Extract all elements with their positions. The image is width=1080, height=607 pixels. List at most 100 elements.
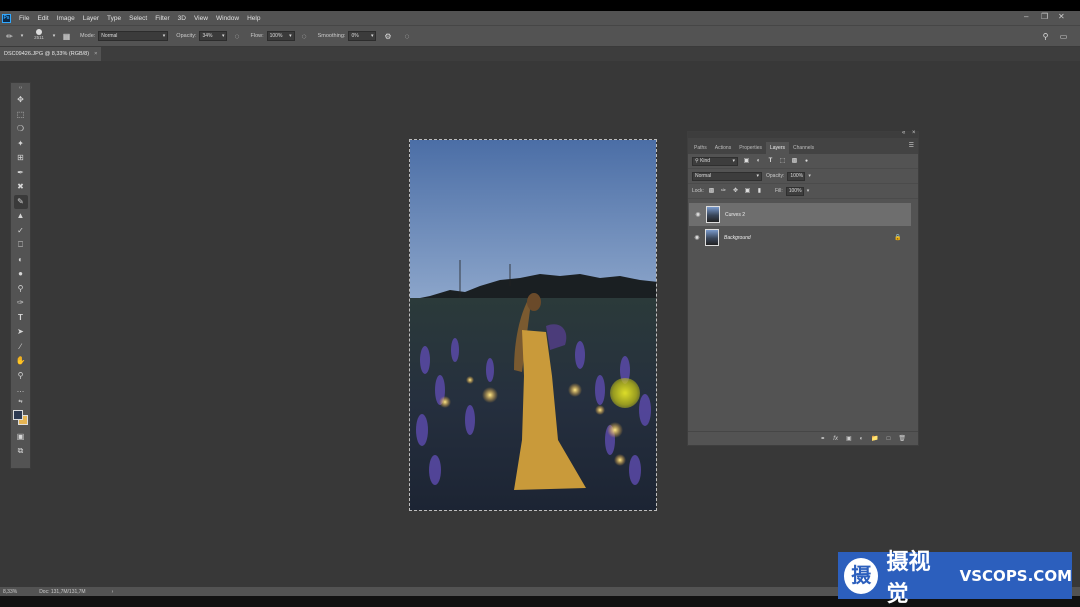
type-filter-icon[interactable]: T	[767, 158, 774, 165]
menu-select[interactable]: Select	[129, 15, 147, 22]
new-layer-icon[interactable]: □	[887, 436, 891, 442]
fx-icon[interactable]: fx	[833, 436, 838, 442]
swap-colors-icon[interactable]: ⇆	[14, 398, 28, 406]
stamp-tool-icon[interactable]: ▲	[14, 209, 28, 224]
layer-row-curves[interactable]: ◉ Curves 2	[689, 203, 911, 226]
layer-row-background[interactable]: ◉ Background 🔒	[688, 226, 918, 249]
more-tools-icon[interactable]: …	[14, 383, 28, 398]
blur-tool-icon[interactable]: ●	[14, 267, 28, 282]
lock-position-icon[interactable]: ✥	[732, 188, 739, 195]
menu-view[interactable]: View	[194, 15, 208, 22]
healing-tool-icon[interactable]: ✖	[14, 180, 28, 195]
shape-filter-icon[interactable]: ⬚	[779, 158, 786, 165]
restore-icon[interactable]: ❐	[1041, 12, 1048, 21]
menu-help[interactable]: Help	[247, 15, 260, 22]
layer-name[interactable]: Background	[724, 235, 751, 241]
eyedropper-tool-icon[interactable]: ✒	[14, 166, 28, 181]
smart-object-filter-icon[interactable]: ▩	[791, 158, 798, 165]
marquee-tool-icon[interactable]: ⬚	[14, 108, 28, 123]
chevron-down-icon[interactable]: ▾	[19, 31, 25, 42]
chevron-down-icon[interactable]: ▾	[807, 188, 810, 194]
tab-layers[interactable]: Layers	[766, 142, 790, 154]
line-tool-icon[interactable]: ∕	[14, 340, 28, 355]
pressure-size-icon[interactable]: ◌	[401, 31, 412, 42]
menu-edit[interactable]: Edit	[37, 15, 48, 22]
visibility-eye-icon[interactable]: ◉	[693, 234, 701, 241]
adjustment-layer-icon[interactable]: ◐	[860, 436, 864, 442]
brush-tool-preset-icon[interactable]: ✏	[4, 31, 15, 42]
pixel-filter-icon[interactable]: ▣	[743, 158, 750, 165]
trash-icon[interactable]: 🗑	[898, 435, 906, 442]
minimize-icon[interactable]: –	[1024, 12, 1028, 21]
crop-tool-icon[interactable]: ⊞	[14, 151, 28, 166]
new-group-icon[interactable]: 📁	[871, 435, 878, 442]
brush-size-picker[interactable]: 2511	[31, 27, 47, 45]
mode-select[interactable]: Normal ▾	[98, 31, 169, 41]
close-icon[interactable]: ×	[94, 51, 97, 57]
airbrush-icon[interactable]: ◌	[299, 31, 310, 42]
eraser-tool-icon[interactable]: ⎕	[14, 238, 28, 253]
panel-grip-icon[interactable]: ‹›	[14, 85, 28, 91]
lock-transparent-icon[interactable]: ▩	[708, 188, 715, 195]
zoom-level[interactable]: 8,33%	[3, 589, 17, 595]
fill-field[interactable]: 100%	[785, 186, 804, 196]
brush-tool-icon[interactable]: ✎	[13, 194, 28, 209]
chevron-down-icon[interactable]: ▾	[808, 173, 811, 179]
workspace-icon[interactable]: ▭	[1058, 31, 1069, 42]
document-canvas-image[interactable]	[409, 139, 657, 511]
menu-filter[interactable]: Filter	[155, 15, 169, 22]
menu-type[interactable]: Type	[107, 15, 121, 22]
pressure-opacity-icon[interactable]: ◌	[231, 31, 242, 42]
flow-field[interactable]: 100% ▾	[266, 31, 295, 41]
tab-actions[interactable]: Actions	[711, 142, 735, 154]
tab-paths[interactable]: Paths	[690, 142, 711, 154]
path-select-tool-icon[interactable]: ➤	[14, 325, 28, 340]
opacity-field[interactable]: 34% ▾	[199, 31, 228, 41]
blend-mode-select[interactable]: Normal ▾	[692, 171, 762, 181]
menu-layer[interactable]: Layer	[83, 15, 99, 22]
lock-artboard-icon[interactable]: ▣	[744, 188, 751, 195]
pen-tool-icon[interactable]: ✑	[14, 296, 28, 311]
visibility-eye-icon[interactable]: ◉	[694, 211, 702, 218]
chevron-down-icon[interactable]: ▾	[51, 31, 57, 42]
panel-menu-icon[interactable]: ☰	[909, 142, 914, 149]
history-brush-tool-icon[interactable]: ✓	[14, 224, 28, 239]
hand-tool-icon[interactable]: ✋	[14, 354, 28, 369]
layer-opacity-field[interactable]: 100%	[787, 171, 806, 181]
gradient-tool-icon[interactable]: ◐	[14, 253, 28, 268]
add-mask-icon[interactable]: ▣	[846, 435, 852, 442]
search-icon[interactable]: ⚲	[1040, 31, 1051, 42]
screen-mode-icon[interactable]: ⧉	[14, 444, 28, 459]
smoothing-field[interactable]: 0% ▾	[348, 31, 377, 41]
link-layers-icon[interactable]: ⚭	[820, 435, 825, 442]
close-icon[interactable]: ×	[912, 130, 916, 136]
move-tool-icon[interactable]: ✥	[14, 93, 28, 108]
kind-filter-select[interactable]: ⚲ Kind ▾	[692, 156, 738, 166]
type-tool-icon[interactable]: T	[14, 311, 28, 326]
document-tab[interactable]: DSC09426.JPG @ 8,33% (RGB/8) ×	[0, 47, 102, 61]
lock-all-icon[interactable]: ▮	[756, 188, 763, 195]
fill-label: Fill:	[774, 188, 783, 194]
quick-mask-icon[interactable]: ▣	[14, 430, 28, 445]
collapse-icon[interactable]: «	[902, 130, 905, 136]
lock-pixels-icon[interactable]: ✑	[720, 188, 727, 195]
magic-wand-tool-icon[interactable]: ✦	[14, 137, 28, 152]
menu-3d[interactable]: 3D	[178, 15, 186, 22]
brush-panel-icon[interactable]: ▦	[61, 31, 72, 42]
tab-channels[interactable]: Channels	[789, 142, 818, 154]
menu-image[interactable]: Image	[57, 15, 75, 22]
gear-icon[interactable]: ⚙	[382, 31, 393, 42]
zoom-tool-icon[interactable]: ⚲	[14, 369, 28, 384]
chevron-right-icon[interactable]: ›	[112, 589, 114, 595]
filter-toggle-icon[interactable]: ●	[803, 158, 810, 165]
lasso-tool-icon[interactable]: ❍	[14, 122, 28, 137]
tab-properties[interactable]: Properties	[735, 142, 766, 154]
close-window-icon[interactable]: ✕	[1058, 12, 1065, 21]
menu-window[interactable]: Window	[216, 15, 239, 22]
foreground-color-swatch[interactable]	[12, 409, 23, 420]
dodge-tool-icon[interactable]: ⚲	[14, 282, 28, 297]
menu-file[interactable]: File	[19, 15, 29, 22]
adjustment-filter-icon[interactable]: ◐	[755, 158, 762, 165]
layer-name[interactable]: Curves 2	[725, 212, 745, 218]
brush-cursor	[610, 378, 640, 408]
